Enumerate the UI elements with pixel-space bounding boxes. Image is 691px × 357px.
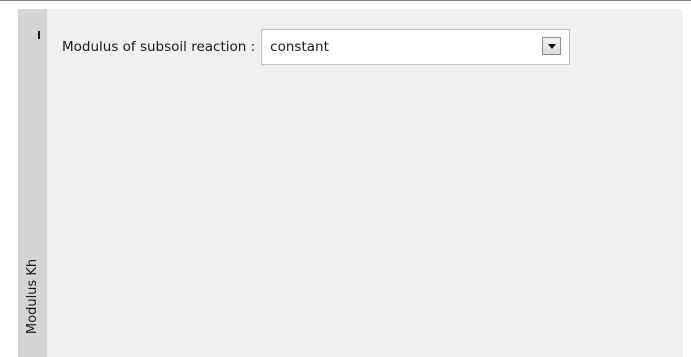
side-tab-modulus-kh[interactable]: Modulus Kh — [18, 9, 47, 357]
dropdown-button[interactable] — [542, 37, 562, 55]
side-tab-label: Modulus Kh — [25, 258, 40, 334]
side-tab-label-container: Modulus Kh — [18, 241, 47, 351]
modulus-select-value: constant — [270, 39, 329, 55]
window-frame: Modulus Kh Modulus of subsoil reaction :… — [0, 0, 691, 357]
chevron-down-icon — [547, 43, 556, 49]
modulus-label: Modulus of subsoil reaction : — [62, 39, 256, 55]
tab-marker-icon — [38, 31, 40, 39]
modulus-field-row: Modulus of subsoil reaction : constant — [62, 29, 571, 65]
settings-panel: Modulus Kh Modulus of subsoil reaction :… — [18, 9, 683, 357]
modulus-select[interactable]: constant — [261, 29, 571, 65]
